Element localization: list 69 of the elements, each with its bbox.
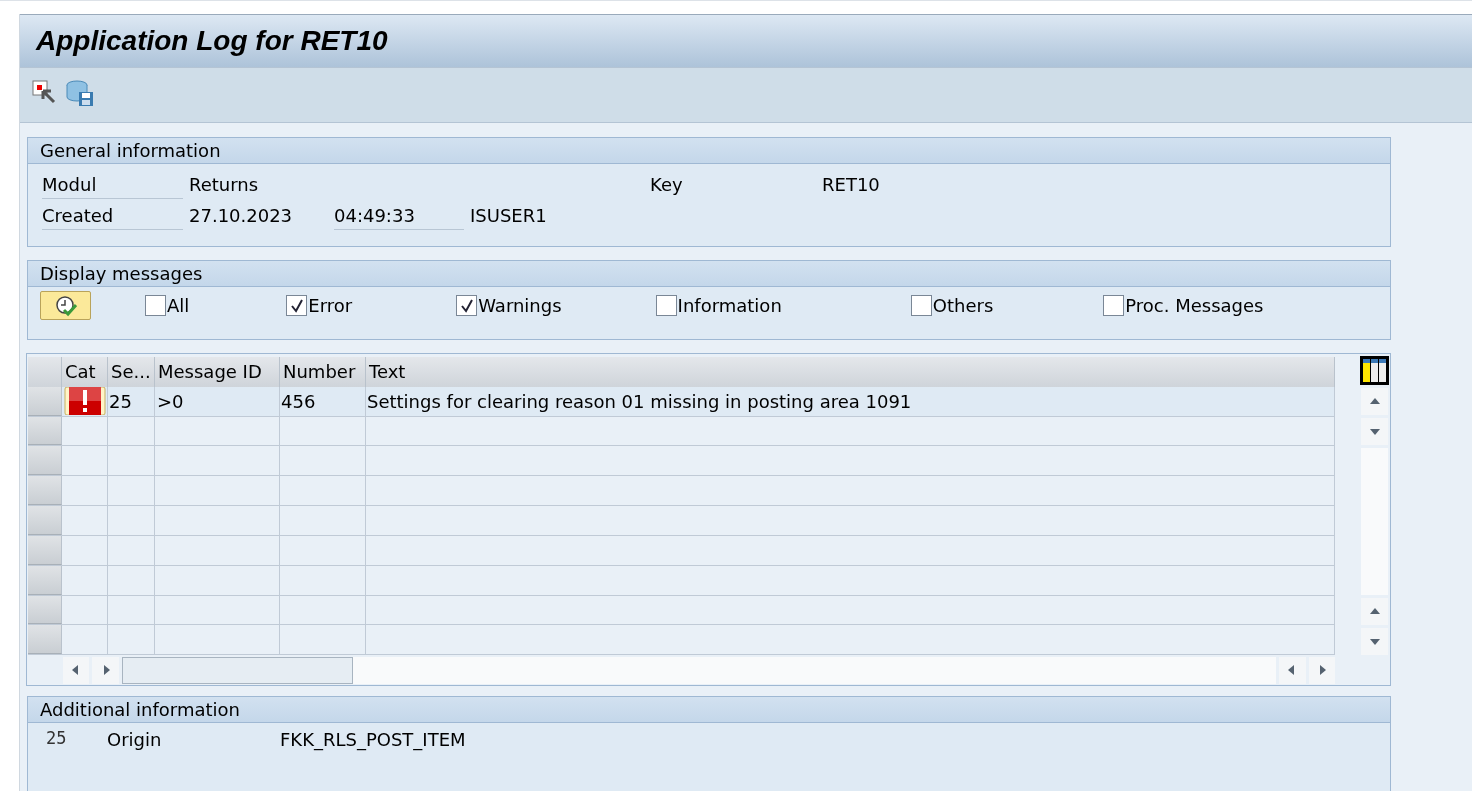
column-header[interactable]: Cat [62,357,108,387]
field-value: Returns [189,173,260,197]
table-row[interactable] [28,446,1335,477]
filter-checkbox[interactable]: Warnings [456,292,562,319]
column-header[interactable]: Message ID [155,357,280,387]
check-icon [289,298,304,313]
scroll-up-button[interactable] [1361,598,1388,625]
checkbox[interactable] [1103,295,1125,316]
group-header: Display messages [28,261,1390,287]
filter-checkbox[interactable]: Proc. Messages [1103,292,1264,319]
field-label: Created [42,201,183,230]
column-header[interactable]: Number [280,357,366,387]
table-row[interactable] [28,416,1335,447]
clock-check-icon [54,294,77,317]
checkbox[interactable] [910,295,932,316]
checkbox[interactable] [655,295,677,316]
table-row[interactable] [28,506,1335,536]
time-value: 04:49:33 [334,201,464,230]
table-cell: Settings for clearing reason 01 missing in posting area 1091 [366,386,1335,416]
group-header: General information [28,138,1390,164]
scroll-right-button[interactable] [1308,656,1335,684]
row-selector[interactable] [28,476,62,506]
row-selector[interactable] [28,565,62,595]
filter-checkbox[interactable]: All [145,292,190,319]
field-label: Key [650,173,684,197]
table-row[interactable] [28,476,1335,507]
checkbox[interactable] [456,295,478,316]
column-header[interactable]: Se... [108,357,155,387]
user-value: ISUSER1 [470,204,547,228]
refresh-button[interactable] [40,291,91,320]
database-save-icon[interactable] [66,79,94,107]
row-selector[interactable] [28,446,62,476]
checkbox[interactable] [145,295,166,316]
select-icon[interactable] [32,80,58,106]
table-row[interactable] [28,565,1335,596]
check-icon [459,298,474,313]
horizontal-scrollbar-track[interactable] [121,656,1277,684]
row-selector[interactable] [28,386,62,416]
table-cell: >0 [155,386,280,416]
field-value: RET10 [822,173,880,197]
checkbox[interactable] [286,295,308,316]
field-value: 27.10.2023 [189,204,294,228]
scroll-left-button[interactable] [1279,656,1306,684]
filter-checkbox[interactable]: Others [910,292,994,319]
row-selector[interactable] [28,535,62,565]
column-layout-icon[interactable] [1360,356,1389,385]
table-row[interactable] [28,535,1335,566]
window-title: Application Log for RET10 [36,24,388,58]
column-header[interactable]: Text [366,357,1335,387]
scroll-right-button[interactable] [92,656,119,684]
filter-checkbox[interactable]: Information [655,292,782,319]
scroll-down-button[interactable] [1361,628,1388,655]
scroll-up-button[interactable] [1361,388,1388,415]
table-cell: 25 [108,386,155,416]
scroll-thumb[interactable] [121,656,353,684]
row-number: 25 [46,727,68,751]
scroll-left-button[interactable] [63,656,90,684]
field-label: Modul [42,170,183,199]
error-icon [63,387,106,416]
field-label: Origin [107,727,163,752]
row-selector[interactable] [28,595,62,625]
field-value: FKK_RLS_POST_ITEM [280,727,466,753]
scroll-down-button[interactable] [1361,418,1388,445]
filter-checkbox[interactable]: Error [286,292,353,319]
table-row[interactable] [28,595,1335,626]
group-header: Additional information [28,697,1390,723]
row-selector[interactable] [28,506,62,535]
row-selector[interactable] [28,416,62,446]
table-cell: 456 [280,386,366,416]
